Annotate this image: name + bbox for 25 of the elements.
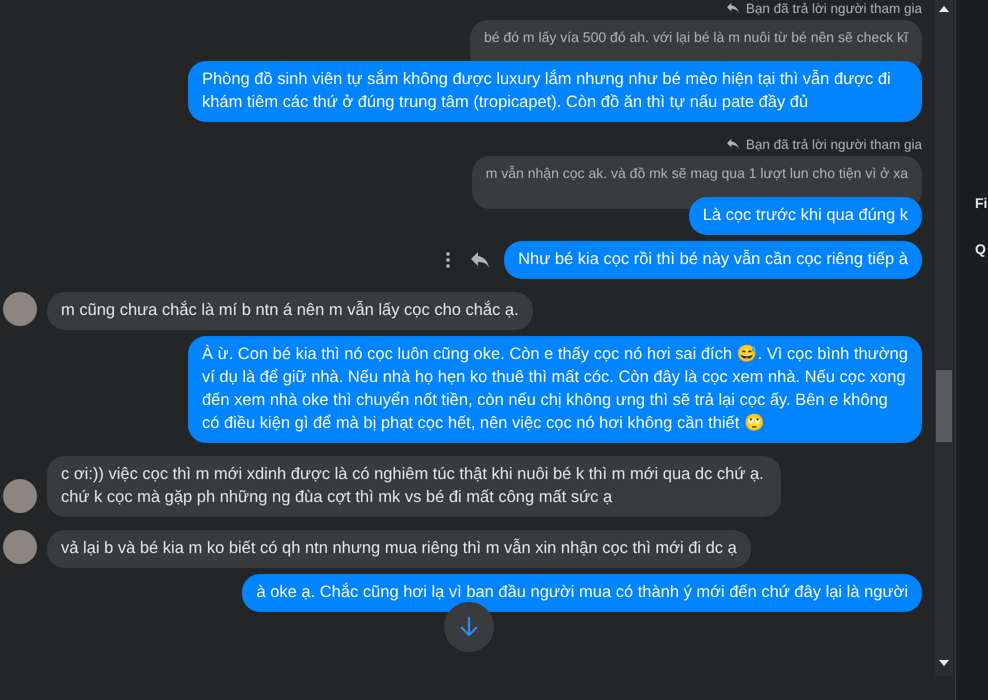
avatar (3, 292, 37, 326)
sent-message: Là cọc trước khi qua đúng k (688, 197, 922, 235)
sent-message: Phòng đồ sinh viên tự sắm không được luxury lắm nhưng như bé mèo hiện tại thì vẫn được đi khám tiêm các thứ ở đúng trung tâm (tropicapet). Còn đồ ăn thì tự nấu pate đầy đủ (188, 61, 922, 122)
more-icon[interactable] (446, 252, 450, 268)
scrollbar[interactable] (935, 0, 953, 676)
sent-message: Như bé kia cọc rồi thì bé này vẫn cần cọc riêng tiếp à (504, 241, 922, 279)
scroll-down-icon[interactable] (939, 660, 949, 666)
side-panel-text: Q (975, 241, 987, 257)
reply-icon (726, 2, 740, 14)
received-message: m cũng chưa chắc là mí b ntn á nên m vẫn lấy cọc cho chắc ạ. (47, 292, 533, 330)
sent-message: À ừ. Con bé kia thì nó cọc luôn cũng oke. Còn e thấy cọc nó hơi sai đích 😅. Vì cọc bình thường ví dụ là để giữ nhà. Nếu nhà họ hẹn ko thuê thì mất cóc. Còn đây là cọc xem nhà. Nếu cọc xong đến xem nhà oke thì chuyển nốt tiền, còn nếu chị không ưng thì sẽ trả lại cọc ấy. Bên e không có điều kiện gì để mà bị phạt cọc hết, nên việc cọc nó hơi không cần thiết 🙄 (188, 336, 922, 443)
reply-label: Bạn đã trả lời người tham gia (746, 136, 922, 152)
scroll-up-icon[interactable] (939, 6, 949, 12)
reply-icon[interactable] (470, 251, 490, 269)
arrow-down-icon (460, 616, 478, 638)
scroll-down-button[interactable] (444, 602, 494, 652)
reply-label: Bạn đã trả lời người tham gia (746, 0, 922, 16)
avatar (3, 530, 37, 564)
avatar (3, 479, 37, 513)
sent-message: à oke ạ. Chắc cũng hơi lạ vì ban đầu người mua có thành ý mới đến chứ đây lại là người (242, 574, 922, 612)
received-message: c ơi:)) việc cọc thì m mới xdinh được là có nghiêm túc thật khi nuôi bé k thì m mới qua dc chứ ạ. chứ k cọc mà gặp ph những ng đùa cợt thì mk vs bé đi mất công mất sức ạ (47, 456, 781, 517)
received-message: vả lại b và bé kia m ko biết có qh ntn nhưng mua riêng thì m vẫn xin nhận cọc thì mới đi dc ạ (47, 530, 751, 568)
side-panel-text: Fi (975, 195, 988, 211)
reply-icon (726, 138, 740, 150)
scrollbar-thumb[interactable] (936, 370, 952, 442)
